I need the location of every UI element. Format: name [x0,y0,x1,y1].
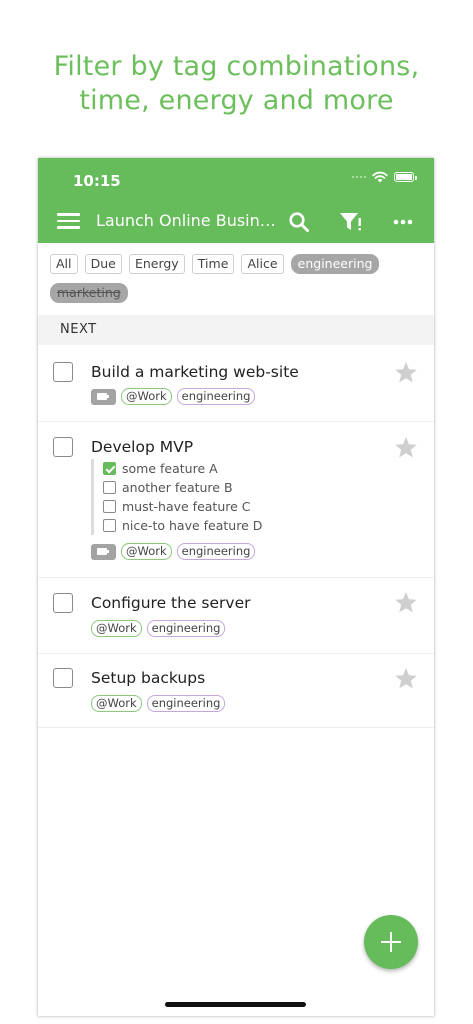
search-icon[interactable] [286,210,312,234]
star-icon[interactable] [394,361,418,384]
project-title[interactable]: Launch Online Busin… [96,211,276,230]
tag-filter-bar: All Due Energy Time Alice engineering ma… [50,253,430,311]
task-tags: @Work engineering [91,543,256,560]
more-icon[interactable] [390,210,416,234]
task-name: Build a marketing web-site [91,363,299,381]
promo-headline: Filter by tag combinations, time, energy… [0,50,473,118]
checklist-checkbox[interactable] [103,500,116,513]
tag-alice[interactable]: Alice [241,254,284,274]
add-task-button[interactable] [364,915,418,969]
energy-icon [91,543,116,560]
tag-energy[interactable]: Energy [128,254,185,274]
tag-time[interactable]: Time [191,254,235,274]
checklist-item-label: must-have feature C [122,499,251,514]
checklist-item-label: another feature B [122,480,233,495]
task-checkbox[interactable] [53,437,73,457]
star-icon[interactable] [394,667,418,690]
task-row[interactable]: Build a marketing web-site @Work enginee… [38,345,434,422]
promo-headline-line-2: time, energy and more [79,85,394,116]
checklist-item[interactable]: another feature B [103,478,262,497]
filter-icon[interactable] [338,210,364,234]
signal-icon [352,176,366,178]
menu-icon[interactable] [57,213,80,229]
checklist-item[interactable]: must-have feature C [103,497,262,516]
promo-headline-line-1: Filter by tag combinations, [53,51,420,82]
task-tags: @Work engineering [91,388,256,405]
task-name: Setup backups [91,669,206,687]
tag-engineering[interactable]: engineering [290,254,380,274]
checklist-checkbox[interactable] [103,519,116,532]
star-icon[interactable] [394,436,418,459]
tag-marketing[interactable]: marketing [50,283,128,303]
phone-screen: 10:15 Launch Online Busin… All Due Energ… [38,158,434,1016]
checklist-item[interactable]: nice-to have feature D [103,516,262,535]
status-time: 10:15 [73,172,121,190]
tag-label[interactable]: engineering [176,388,256,405]
context-tag[interactable]: @Work [91,695,142,712]
checklist: some feature A another feature B must-ha… [91,459,262,535]
checklist-checkbox[interactable] [103,481,116,494]
home-indicator[interactable] [165,1002,306,1007]
task-row[interactable]: Setup backups @Work engineering [38,653,434,728]
star-icon[interactable] [394,591,418,614]
app-toolbar: 10:15 Launch Online Busin… [38,158,434,243]
checklist-item-label: nice-to have feature D [122,518,263,533]
energy-icon [91,388,116,405]
task-row[interactable]: Develop MVP some feature A another featu… [38,421,434,578]
task-tags: @Work engineering [91,620,226,637]
tag-label[interactable]: engineering [146,620,226,637]
tag-label[interactable]: engineering [146,695,226,712]
checklist-checkbox[interactable] [103,462,116,475]
task-tags: @Work engineering [91,695,226,712]
task-name: Configure the server [91,594,251,612]
task-checkbox[interactable] [53,668,73,688]
task-checkbox[interactable] [53,593,73,613]
task-name: Develop MVP [91,438,194,456]
tag-due[interactable]: Due [84,254,122,274]
context-tag[interactable]: @Work [121,543,172,560]
task-row[interactable]: Configure the server @Work engineering [38,577,434,654]
section-header: NEXT [38,315,434,345]
tag-label[interactable]: engineering [176,543,256,560]
status-icons [352,171,417,183]
context-tag[interactable]: @Work [91,620,142,637]
context-tag[interactable]: @Work [121,388,172,405]
battery-icon [394,172,417,182]
task-checkbox[interactable] [53,362,73,382]
section-label: NEXT [60,322,97,337]
wifi-icon [372,171,388,183]
checklist-item-label: some feature A [122,461,218,476]
checklist-item[interactable]: some feature A [103,459,262,478]
tag-all[interactable]: All [50,254,78,274]
